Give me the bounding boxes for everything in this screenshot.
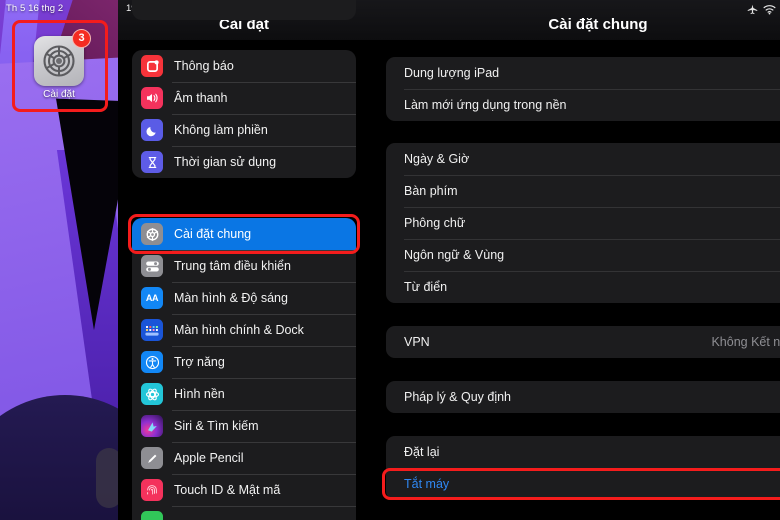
detail-row-value: Không Kết nối (711, 335, 780, 349)
sidebar-item-label: Âm thanh (174, 91, 228, 105)
detail-row-label: Tắt máy (404, 477, 450, 491)
sidebar-item-khong-lam-phien[interactable]: Không làm phiền (132, 114, 356, 146)
hourglass-icon (141, 151, 163, 173)
sidebar-item-label: Trợ năng (174, 355, 225, 369)
sidebar-item-label: Hình nền (174, 387, 225, 401)
detail-row-tu-dien[interactable]: Từ điển (386, 271, 780, 303)
sidebar-item-label: Touch ID & Mật mã (174, 483, 281, 497)
pencil-icon (141, 447, 163, 469)
touch-id-icon (141, 479, 163, 501)
green-app-icon (141, 511, 163, 520)
sidebar-item-siri-tim-kiem[interactable]: Siri & Tìm kiếm (132, 410, 356, 442)
moon-icon (141, 119, 163, 141)
sidebar-item-label: Không làm phiền (174, 123, 268, 137)
airplane-mode-icon (747, 2, 758, 20)
detail-row-ngay-gio[interactable]: Ngày & Giờ (386, 143, 780, 175)
detail-row-label: Pháp lý & Quy định (404, 390, 512, 404)
dock-edge (96, 448, 118, 508)
wifi-icon (763, 2, 776, 20)
sidebar-item-man-hinh-chinh-dock[interactable]: Màn hình chính & Dock (132, 314, 356, 346)
page-title: Cài đặt chung (548, 16, 648, 33)
sidebar-item-label: Cài đặt chung (174, 227, 252, 241)
sidebar-item-label: Siri & Tìm kiếm (174, 419, 259, 433)
sidebar-item-trung-tam-dieu-khien[interactable]: Trung tâm điều khiển (132, 250, 356, 282)
sidebar-item-label: Trung tâm điều khiển (174, 259, 291, 273)
sound-icon (141, 87, 163, 109)
sidebar-item-label: Màn hình chính & Dock (174, 323, 304, 337)
sidebar-item-hinh-nen[interactable]: Hình nền (132, 378, 356, 410)
sidebar-item-next-partial[interactable] (132, 506, 356, 520)
siri-icon (141, 415, 163, 437)
status-bar-icons (747, 2, 776, 20)
detail-row-label: Phông chữ (404, 216, 466, 230)
accessibility-icon (141, 351, 163, 373)
detail-group-reset-shutdown: Đặt lại Tắt máy (386, 436, 780, 500)
sidebar-item-am-thanh[interactable]: Âm thanh (132, 82, 356, 114)
detail-row-tat-may[interactable]: Tắt máy (386, 468, 780, 500)
detail-row-dung-luong-ipad[interactable]: Dung lượng iPad (386, 57, 780, 89)
detail-row-vpn[interactable]: VPN Không Kết nối (386, 326, 780, 358)
detail-row-label: VPN (404, 335, 430, 349)
home-status-date: Th 5 16 thg 2 (6, 3, 64, 14)
sidebar-item-thoi-gian-su-dung[interactable]: Thời gian sử dụng (132, 146, 356, 178)
detail-row-lam-moi-ung-dung[interactable]: Làm mới ứng dụng trong nền (386, 89, 780, 121)
settings-sidebar: 19:18 Th 5 16 thg 2 Cài đặt Thông báo Âm… (118, 0, 370, 520)
sidebar-item-tro-nang[interactable]: Trợ năng (132, 346, 356, 378)
sidebar-item-man-hinh-do-sang[interactable]: AA Màn hình & Độ sáng (132, 282, 356, 314)
sidebar-item-touch-id-mat-ma[interactable]: Touch ID & Mật mã (132, 474, 356, 506)
detail-row-phong-chu[interactable]: Phông chữ (386, 207, 780, 239)
display-brightness-icon: AA (141, 287, 163, 309)
settings-app-label: Cài đặt (43, 89, 75, 100)
detail-group-storage: Dung lượng iPad Làm mới ứng dụng trong n… (386, 57, 780, 121)
sidebar-item-cai-dat-chung[interactable]: Cài đặt chung (132, 218, 356, 250)
detail-row-label: Dung lượng iPad (404, 66, 500, 80)
sidebar-group-partial (132, 0, 356, 20)
detail-row-label: Ngôn ngữ & Vùng (404, 248, 505, 262)
sidebar-item-label: Thông báo (174, 59, 234, 73)
sidebar-item-thong-bao[interactable]: Thông báo (132, 50, 356, 82)
detail-row-label: Bàn phím (404, 184, 458, 198)
detail-group-localization: Ngày & Giờ Bàn phím Phông chữ Ngôn ngữ &… (386, 143, 780, 303)
detail-row-label: Đặt lại (404, 445, 440, 459)
sidebar-item-label: Apple Pencil (174, 451, 244, 465)
detail-row-label: Từ điển (404, 280, 448, 294)
sidebar-group-general: Cài đặt chung Trung tâm điều khiển AA Mà… (132, 218, 356, 520)
sidebar-item-label: Màn hình & Độ sáng (174, 291, 288, 305)
wallpaper-icon (141, 383, 163, 405)
detail-row-label: Ngày & Giờ (404, 152, 470, 166)
detail-row-dat-lai[interactable]: Đặt lại (386, 436, 780, 468)
wallpaper-shape (48, 98, 118, 332)
control-center-icon (141, 255, 163, 277)
detail-row-ngon-ngu-vung[interactable]: Ngôn ngữ & Vùng (386, 239, 780, 271)
detail-group-vpn: VPN Không Kết nối (386, 326, 780, 358)
screenshot-root: Th 5 16 thg 2 3 Cài đặt Cài đặt Thông bá… (0, 0, 780, 520)
gear-icon (141, 223, 163, 245)
detail-row-ban-phim[interactable]: Bàn phím (386, 175, 780, 207)
home-screen-strip: Th 5 16 thg 2 3 Cài đặt (0, 0, 118, 520)
sidebar-item-label: Thời gian sử dụng (174, 155, 277, 169)
detail-group-legal: Pháp lý & Quy định (386, 381, 780, 413)
notifications-icon (141, 55, 163, 77)
detail-row-label: Làm mới ứng dụng trong nền (404, 98, 567, 112)
detail-row-phap-ly-quy-dinh[interactable]: Pháp lý & Quy định (386, 381, 780, 413)
sidebar-item-apple-pencil[interactable]: Apple Pencil (132, 442, 356, 474)
general-settings-pane: Cài đặt chung Dung lượng iPad Làm mới ứn… (370, 0, 780, 520)
settings-app-shortcut[interactable]: 3 Cài đặt (32, 29, 91, 104)
settings-gear-icon[interactable]: 3 (34, 29, 91, 86)
notification-badge: 3 (72, 29, 91, 48)
sidebar-group-notifications: Thông báo Âm thanh Không làm phiền Thời … (132, 50, 356, 178)
home-screen-dock-icon (141, 319, 163, 341)
